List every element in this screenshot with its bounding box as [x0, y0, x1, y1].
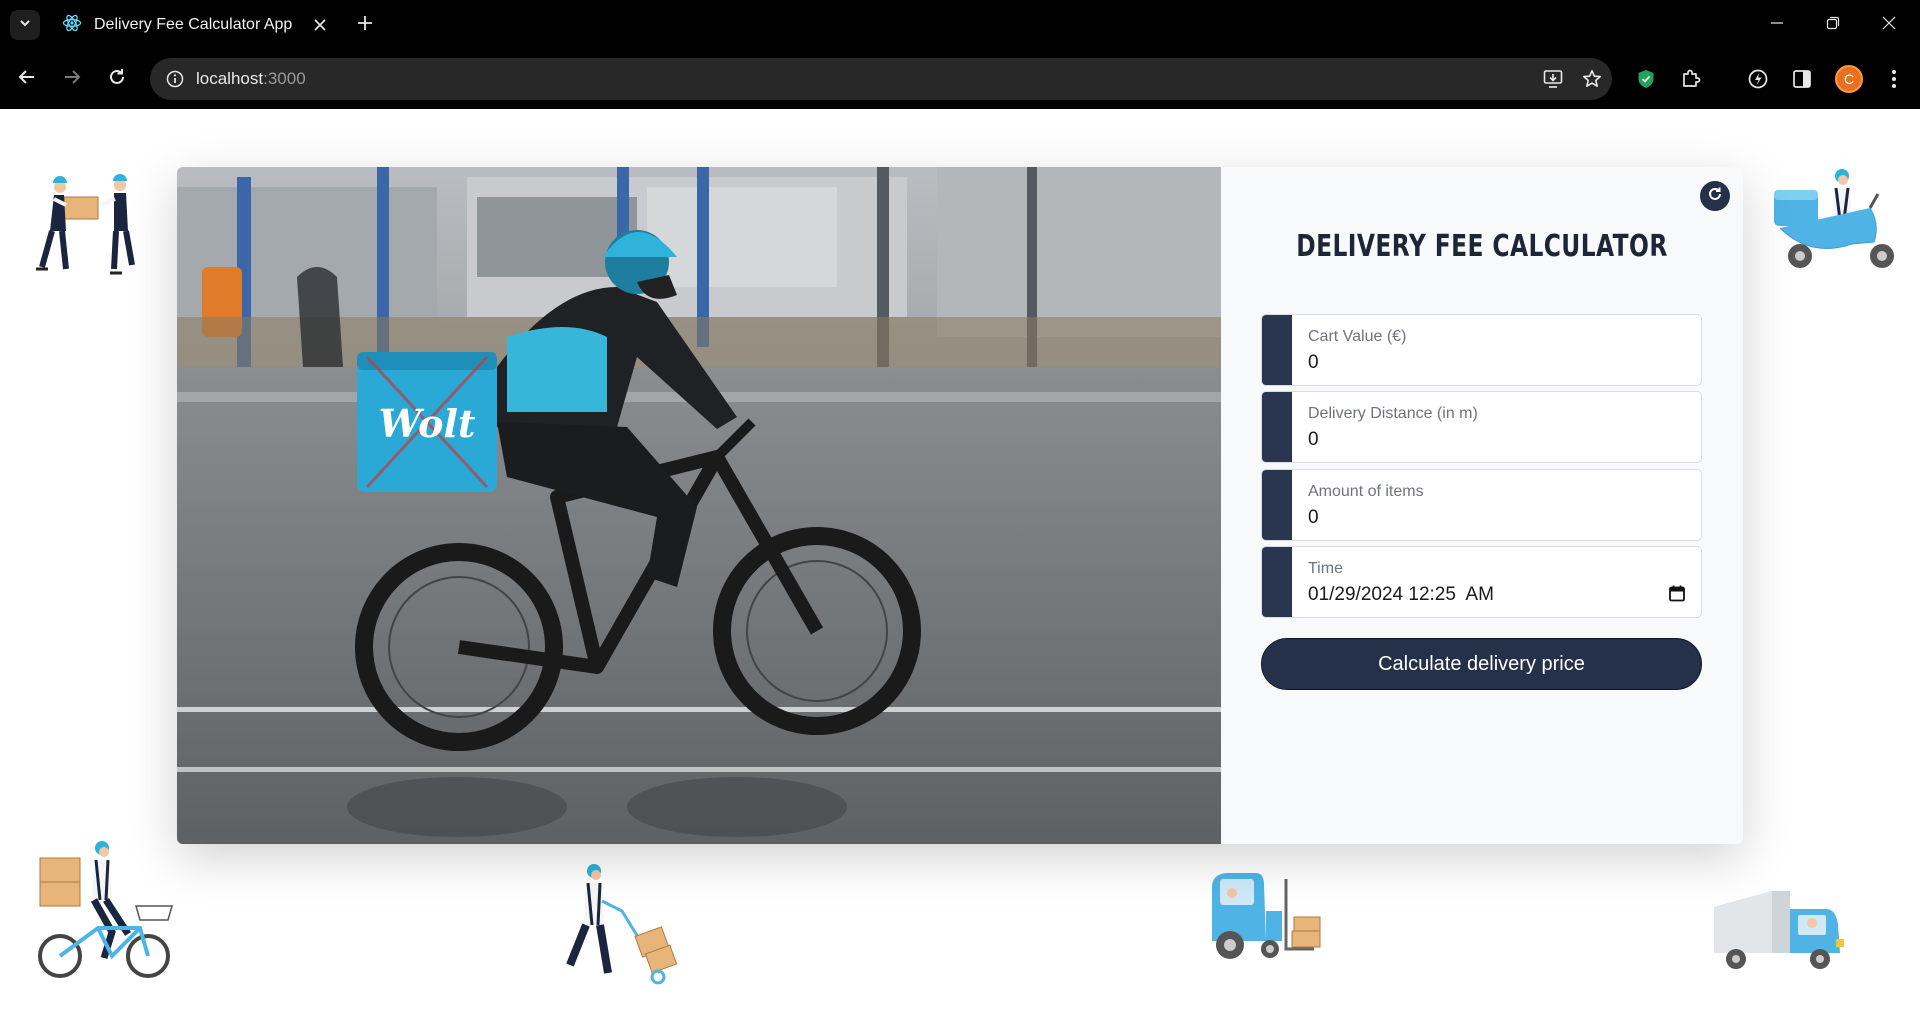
- time-field[interactable]: Time 01/29/2024 12:25 AM: [1261, 546, 1702, 618]
- address-bar[interactable]: localhost:3000: [150, 58, 1612, 100]
- cart-value-label: Cart Value (€): [1308, 328, 1407, 345]
- back-button[interactable]: [13, 65, 41, 93]
- close-window-button[interactable]: [1874, 12, 1904, 38]
- amount-of-items-input[interactable]: 0: [1308, 507, 1319, 529]
- calculate-delivery-price-button[interactable]: Calculate delivery price: [1261, 638, 1702, 690]
- delivery-distance-field[interactable]: Delivery Distance (in m) 0: [1261, 391, 1702, 463]
- calculator-panel: DELIVERY FEE CALCULATOR Cart Value (€) 0…: [1221, 167, 1743, 844]
- url-text: localhost:3000: [196, 69, 306, 89]
- arrow-right-icon: [62, 67, 82, 92]
- minimize-window-button[interactable]: [1762, 12, 1792, 38]
- url-port: :3000: [263, 69, 306, 88]
- field-accent-bar: [1262, 547, 1292, 617]
- bookmark-star-icon[interactable]: [1580, 68, 1604, 90]
- forklift-illustration: [1206, 871, 1330, 970]
- delivery-distance-label: Delivery Distance (in m): [1308, 405, 1478, 422]
- cart-value-field[interactable]: Cart Value (€) 0: [1261, 314, 1702, 386]
- field-accent-bar: [1262, 392, 1292, 462]
- time-label: Time: [1308, 560, 1343, 577]
- reload-button[interactable]: [103, 65, 131, 93]
- restore-icon: [1826, 16, 1840, 35]
- field-accent-bar: [1262, 315, 1292, 385]
- extension-shield-icon[interactable]: [1632, 65, 1660, 93]
- bicycle-courier-illustration: [36, 836, 178, 985]
- movers-carrying-box-illustration: [14, 169, 144, 286]
- mover-with-hand-truck-illustration: [556, 861, 696, 994]
- wolt-bag-text: Wolt: [379, 401, 476, 446]
- performance-icon[interactable]: [1744, 65, 1772, 93]
- refresh-icon: [1707, 186, 1723, 207]
- browser-toolbar: localhost:3000 C: [0, 50, 1920, 109]
- site-info-icon[interactable]: [164, 68, 186, 90]
- tab-title: Delivery Fee Calculator App: [94, 16, 293, 33]
- courier-photo: Wolt: [177, 167, 1221, 844]
- close-tab-icon[interactable]: [310, 15, 330, 35]
- restore-window-button[interactable]: [1818, 12, 1848, 38]
- browser-tab-bar: Delivery Fee Calculator App: [0, 0, 1920, 50]
- scooter-courier-illustration: [1770, 164, 1902, 281]
- field-accent-bar: [1262, 470, 1292, 540]
- url-host: localhost: [196, 69, 264, 88]
- delivery-truck-illustration: [1710, 889, 1860, 980]
- app-page: Wolt DELIVERY FEE CALCULATOR Cart Value …: [0, 109, 1920, 1016]
- reset-button[interactable]: [1700, 181, 1730, 211]
- new-tab-button[interactable]: [352, 12, 378, 38]
- amount-of-items-label: Amount of items: [1308, 483, 1424, 500]
- chevron-down-icon: [18, 16, 32, 35]
- time-input[interactable]: 01/29/2024 12:25 AM: [1308, 584, 1494, 606]
- calculator-card: Wolt DELIVERY FEE CALCULATOR Cart Value …: [177, 167, 1743, 844]
- more-menu-icon[interactable]: [1880, 65, 1908, 93]
- install-app-icon[interactable]: [1542, 68, 1566, 90]
- profile-avatar[interactable]: C: [1835, 65, 1863, 93]
- minimize-icon: [1770, 16, 1784, 35]
- page-title: DELIVERY FEE CALCULATOR: [1296, 229, 1668, 264]
- react-logo-icon: [62, 13, 82, 38]
- side-panel-icon[interactable]: [1788, 65, 1816, 93]
- plus-icon: [357, 15, 373, 36]
- amount-of-items-field[interactable]: Amount of items 0: [1261, 469, 1702, 541]
- tab-search-button[interactable]: [10, 10, 40, 40]
- calendar-icon[interactable]: [1667, 583, 1687, 603]
- close-icon: [1882, 16, 1896, 35]
- browser-tab-active[interactable]: Delivery Fee Calculator App: [50, 6, 340, 44]
- cart-value-input[interactable]: 0: [1308, 352, 1319, 374]
- delivery-distance-input[interactable]: 0: [1308, 429, 1319, 451]
- forward-button[interactable]: [58, 65, 86, 93]
- arrow-left-icon: [17, 67, 37, 92]
- reload-icon: [107, 67, 127, 92]
- extensions-puzzle-icon[interactable]: [1677, 65, 1705, 93]
